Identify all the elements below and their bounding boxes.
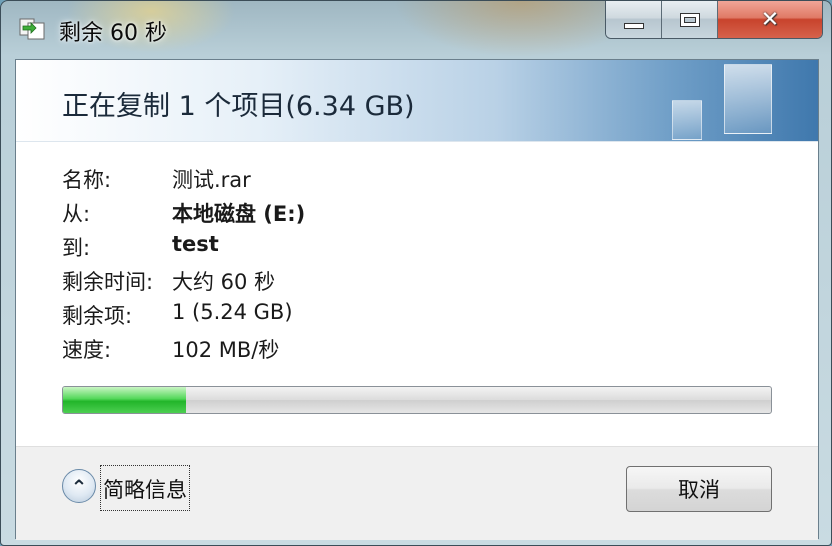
detail-label: 剩余时间: — [62, 270, 154, 294]
minimize-button[interactable] — [606, 1, 662, 38]
copy-dialog-window: 剩余 60 秒 ✕ 正在复制 1 个项目(6.34 GB) 名称: 测试.rar — [0, 0, 832, 546]
minimize-icon — [623, 22, 644, 29]
maximize-icon — [679, 12, 700, 27]
detail-value: 102 MB/秒 — [172, 338, 280, 362]
cancel-button[interactable]: 取消 — [626, 466, 772, 512]
less-details-toggle[interactable]: 简略信息 — [100, 465, 190, 511]
detail-label: 速度: — [62, 338, 112, 362]
header-decoration — [672, 100, 702, 140]
detail-label: 名称: — [62, 168, 112, 192]
source-link[interactable]: 本地磁盘 (E:) — [172, 198, 305, 228]
detail-value: 1 (5.24 GB) — [172, 300, 293, 324]
caption-buttons: ✕ — [605, 1, 823, 39]
dialog-content: 正在复制 1 个项目(6.34 GB) 名称: 测试.rar 从: 本地磁盘 (… — [15, 59, 819, 540]
detail-value: 大约 60 秒 — [172, 270, 276, 294]
expander-button[interactable]: ⌃ — [62, 469, 96, 503]
progress-fill — [63, 387, 187, 413]
copy-progress-bar — [62, 386, 772, 414]
title-bar[interactable]: 剩余 60 秒 ✕ — [1, 1, 831, 51]
copy-icon — [19, 17, 47, 41]
header-decoration — [724, 64, 772, 134]
destination-link[interactable]: test — [172, 232, 219, 256]
maximize-button[interactable] — [662, 1, 718, 38]
detail-label: 到: — [62, 236, 91, 260]
close-icon: ✕ — [760, 7, 780, 32]
detail-value: 测试.rar — [172, 168, 251, 192]
detail-label: 从: — [62, 202, 91, 226]
chevron-up-icon: ⌃ — [70, 475, 88, 500]
window-title: 剩余 60 秒 — [59, 21, 167, 46]
close-button[interactable]: ✕ — [718, 1, 822, 38]
operation-title: 正在复制 1 个项目(6.34 GB) — [62, 91, 415, 122]
header-band: 正在复制 1 个项目(6.34 GB) — [16, 60, 818, 142]
dialog-footer: ⌃ 简略信息 取消 — [16, 446, 818, 540]
detail-label: 剩余项: — [62, 304, 133, 328]
